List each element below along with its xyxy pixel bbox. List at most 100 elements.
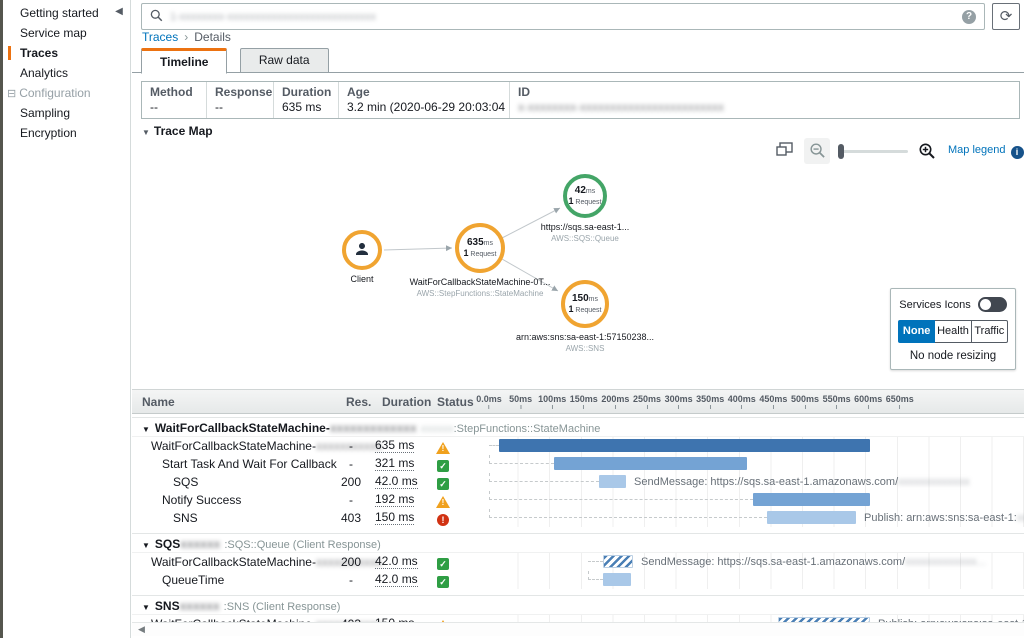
breadcrumb-current: Details xyxy=(194,30,231,44)
error-icon: ! xyxy=(437,514,449,526)
group-type: :SNS (Client Response) xyxy=(224,601,341,613)
mode-traffic-button[interactable]: Traffic xyxy=(972,320,1008,343)
trace-row[interactable]: SNS403150 ms!Publish: arn:aws:sns:sa-eas… xyxy=(132,509,1024,527)
trace-row[interactable]: SQS20042.0 ms✓SendMessage: https://sqs.s… xyxy=(132,473,1024,491)
trace-group-header[interactable]: ▼SNSxxxxxx:SNS (Client Response) xyxy=(132,595,1024,615)
trace-group-header[interactable]: ▼SQSxxxxxx:SQS::Queue (Client Response) xyxy=(132,533,1024,553)
sidebar-nav: Getting startedService mapTracesAnalytic… xyxy=(3,3,130,143)
row-name: Notify Success xyxy=(162,491,241,509)
row-duration-link[interactable]: 42.0 ms xyxy=(375,473,418,490)
row-timeline xyxy=(487,571,1024,589)
services-icons-label: Services Icons xyxy=(899,299,971,311)
sidebar-item-sampling[interactable]: Sampling xyxy=(3,103,130,123)
scroll-left-icon[interactable]: ◀ xyxy=(138,624,145,635)
horizontal-scrollbar[interactable]: ◀ xyxy=(132,622,1024,636)
sns-node[interactable]: 150ms1 Request xyxy=(561,280,609,328)
group-name-redacted: xxxxxx xyxy=(180,599,220,613)
row-timeline xyxy=(487,491,1024,509)
duration-bar[interactable] xyxy=(603,573,631,586)
row-duration-link[interactable]: 42.0 ms xyxy=(375,571,418,588)
bar-label: SendMessage: https://sqs.sa-east-1.amazo… xyxy=(641,553,986,571)
trace-group-header[interactable]: ▼WaitForCallbackStateMachine-xxxxxxxxxxx… xyxy=(132,417,1024,437)
trace-row[interactable]: WaitForCallbackStateMachine-xxxxxxxxxxx-… xyxy=(132,437,1024,455)
row-status: ✓ xyxy=(435,458,451,472)
services-icons-toggle[interactable] xyxy=(978,297,1007,312)
time-tick: 500ms xyxy=(791,394,819,409)
duration-bar[interactable] xyxy=(499,439,870,452)
row-timeline: SendMessage: https://sqs.sa-east-1.amazo… xyxy=(487,473,1024,491)
connector-line xyxy=(588,561,603,562)
sidebar-item-service-map[interactable]: Service map xyxy=(3,23,130,43)
sidebar-item-label: Analytics xyxy=(20,66,68,80)
row-duration-link[interactable]: 321 ms xyxy=(375,455,414,472)
caret-down-icon: ▼ xyxy=(142,425,150,434)
row-duration-link[interactable]: 150 ms xyxy=(375,509,414,526)
breadcrumb-separator: › xyxy=(184,30,188,44)
sidebar-item-label: Encryption xyxy=(20,126,77,140)
duration-bar[interactable] xyxy=(599,475,626,488)
row-duration-link[interactable]: 42.0 ms xyxy=(375,553,418,570)
row-name: SNS xyxy=(173,509,198,527)
duration-bar[interactable] xyxy=(554,457,747,470)
tab-raw-data[interactable]: Raw data xyxy=(240,48,329,73)
sidebar-item-analytics[interactable]: Analytics xyxy=(3,63,130,83)
bar-label: SendMessage: https://sqs.sa-east-1.amazo… xyxy=(634,473,970,491)
row-response-code: - xyxy=(336,571,366,589)
success-icon: ✓ xyxy=(437,478,449,490)
trace-summary-table: Method-- Response-- Duration635 ms Age3.… xyxy=(141,81,1020,119)
time-tick: 200ms xyxy=(601,394,629,409)
sqs-queue-node[interactable]: 42ms1 Request xyxy=(563,174,607,218)
time-tick: 150ms xyxy=(570,394,598,409)
state-machine-node[interactable]: 635ms1 Request xyxy=(455,223,505,273)
row-response-code: - xyxy=(336,437,366,455)
connector-line xyxy=(489,517,767,518)
sidebar-item-configuration[interactable]: ⊟Configuration xyxy=(3,83,130,103)
row-duration-link[interactable]: 192 ms xyxy=(375,491,414,508)
toggle-knob xyxy=(980,299,991,310)
minus-square-icon: ⊟ xyxy=(7,88,16,100)
trace-search-input[interactable]: 1-xxxxxxxx-xxxxxxxxxxxxxxxxxxxxxxxxxxx ? xyxy=(141,3,985,30)
duration-bar[interactable] xyxy=(767,511,856,524)
mode-none-button[interactable]: None xyxy=(898,320,935,343)
connector-line xyxy=(489,445,499,446)
sidebar-collapse-button[interactable]: ◀ xyxy=(109,2,129,22)
trace-row[interactable]: Notify Success-192 ms! xyxy=(132,491,1024,509)
group-type: xxxxxx:StepFunctions::StateMachine xyxy=(421,423,601,435)
success-icon: ✓ xyxy=(437,558,449,570)
node-duration: 150ms xyxy=(572,293,598,305)
sidebar-item-encryption[interactable]: Encryption xyxy=(3,123,130,143)
trace-row[interactable]: QueueTime-42.0 ms✓ xyxy=(132,571,1024,589)
bar-label-redacted: xxxxxxxxx xyxy=(1017,512,1024,524)
breadcrumb-traces-link[interactable]: Traces xyxy=(142,30,178,44)
summary-id: IDx-xxxxxxxx-xxxxxxxxxxxxxxxxxxxxxxxx xyxy=(509,82,1019,118)
time-tick: 0.0ms xyxy=(476,394,502,409)
tab-timeline[interactable]: Timeline xyxy=(141,48,227,74)
row-timeline: SendMessage: https://sqs.sa-east-1.amazo… xyxy=(487,553,1024,571)
xray-console: Getting startedService mapTracesAnalytic… xyxy=(0,0,1024,638)
summary-response: Response-- xyxy=(206,82,273,118)
client-node[interactable] xyxy=(342,230,382,270)
sidebar-item-label: Traces xyxy=(20,46,58,60)
row-response-code: 200 xyxy=(336,473,366,491)
sidebar-item-traces[interactable]: Traces xyxy=(3,43,130,63)
time-axis: 0.0ms50ms100ms150ms200ms250ms300ms350ms4… xyxy=(487,390,1024,413)
main-content: 1-xxxxxxxx-xxxxxxxxxxxxxxxxxxxxxxxxxxx ?… xyxy=(132,0,1024,638)
refresh-button[interactable]: ⟳ xyxy=(992,3,1020,30)
trace-row[interactable]: Start Task And Wait For Callback-321 ms✓ xyxy=(132,455,1024,473)
row-status: ! xyxy=(435,494,451,508)
column-status: Status xyxy=(437,395,474,409)
user-icon xyxy=(353,240,371,261)
help-icon[interactable]: ? xyxy=(962,10,976,24)
row-duration-link[interactable]: 635 ms xyxy=(375,437,414,454)
duration-bar[interactable] xyxy=(603,555,633,568)
time-tick: 50ms xyxy=(509,394,532,409)
row-response-code: 403 xyxy=(336,509,366,527)
time-tick: 400ms xyxy=(728,394,756,409)
trace-row[interactable]: WaitForCallbackStateMachine-xxxxxxxxxxx2… xyxy=(132,553,1024,571)
column-duration: Duration xyxy=(382,395,431,409)
mode-health-button[interactable]: Health xyxy=(935,320,971,343)
map-options-panel: Services Icons None Health Traffic No no… xyxy=(890,288,1016,370)
duration-bar[interactable] xyxy=(753,493,870,506)
group-name: SQS xyxy=(155,537,180,551)
tab-bar: Timeline Raw data xyxy=(132,48,1024,73)
